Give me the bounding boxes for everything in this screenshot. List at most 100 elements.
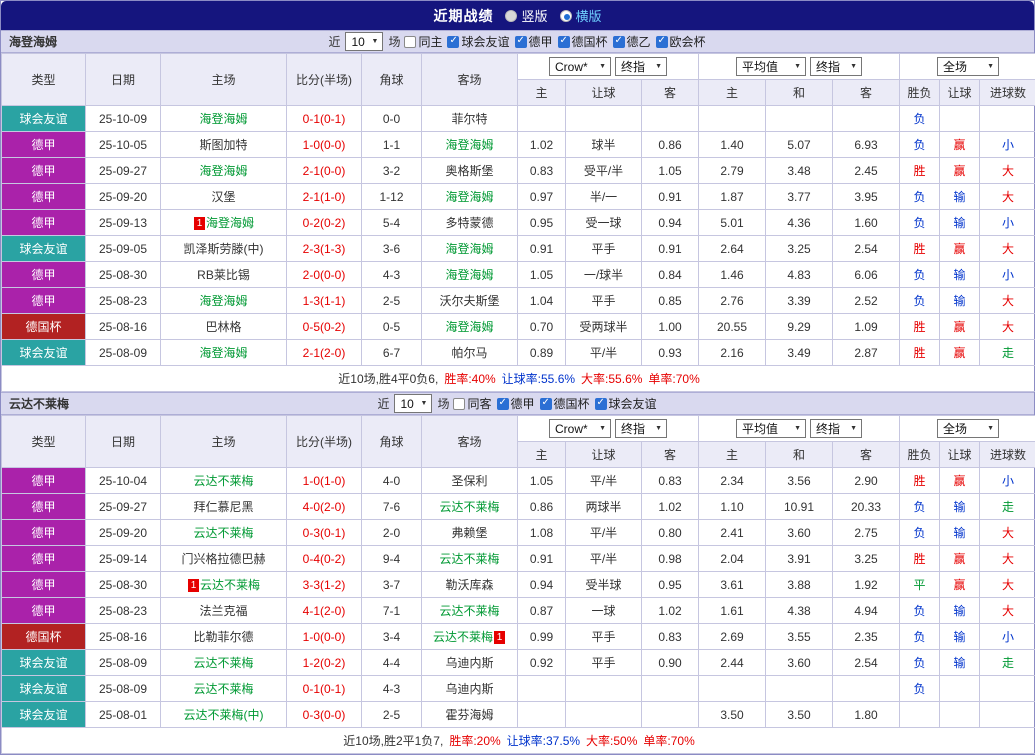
odds-cell: 0.94: [518, 572, 566, 598]
team-link[interactable]: 海登海姆: [199, 346, 247, 360]
team-link[interactable]: 法兰克福: [199, 604, 247, 618]
team-link[interactable]: 云达不莱梅: [200, 578, 260, 592]
date-cell: 25-08-16: [86, 624, 161, 650]
team-link[interactable]: RB莱比锡: [197, 268, 250, 282]
score-cell: 1-3(1-1): [287, 288, 362, 314]
team-link[interactable]: 巴林格: [205, 320, 241, 334]
team-link[interactable]: 门兴格拉德巴赫: [181, 552, 265, 566]
team-link[interactable]: 沃尔夫斯堡: [439, 294, 499, 308]
dropdown-arrow-icon: ▼: [850, 425, 857, 432]
column-header: 进球数: [980, 80, 1035, 106]
avg-time-select[interactable]: 终指▼: [810, 419, 862, 438]
team-link[interactable]: 凯泽斯劳滕(中): [184, 242, 264, 256]
results-table: 类型日期主场比分(半场)角球客场Crow*▼终指▼平均值▼终指▼全场▼主让球客主…: [1, 53, 1035, 392]
away-team-cell: 云达不莱梅: [422, 598, 518, 624]
team-name: 云达不莱梅: [9, 395, 69, 412]
team-link[interactable]: 比勒菲尔德: [193, 630, 253, 644]
team-link[interactable]: 海登海姆: [445, 242, 493, 256]
result-cell: 胜: [900, 314, 940, 340]
result-cell: 赢: [940, 340, 980, 366]
checkbox-label: 球会友谊: [609, 395, 657, 412]
team-link[interactable]: 海登海姆: [199, 112, 247, 126]
filter-checkbox-欧会杯[interactable]: 欧会杯: [656, 33, 706, 50]
result-cell: [980, 702, 1035, 728]
team-link[interactable]: 海登海姆: [445, 138, 493, 152]
avg-odds-cell: 2.69: [699, 624, 766, 650]
corner-cell: 0-5: [362, 314, 422, 340]
layout-option-vertical[interactable]: 竖版: [505, 6, 547, 25]
scope-select[interactable]: 全场▼: [937, 419, 999, 438]
date-cell: 25-08-09: [86, 650, 161, 676]
team-link[interactable]: 勒沃库森: [445, 578, 493, 592]
layout-option-horizontal[interactable]: 横版: [560, 6, 602, 25]
checkbox-label: 德国杯: [554, 395, 590, 412]
team-link[interactable]: 云达不莱梅: [193, 474, 253, 488]
team-link[interactable]: 弗赖堡: [451, 526, 487, 540]
team-link[interactable]: 云达不莱梅: [193, 526, 253, 540]
away-team-cell: 云达不莱梅1: [422, 624, 518, 650]
team-link[interactable]: 多特蒙德: [445, 216, 493, 230]
team-link[interactable]: 菲尔特: [451, 112, 487, 126]
avg-odds-cell: 6.06: [833, 262, 900, 288]
team-link[interactable]: 云达不莱梅(中): [184, 708, 264, 722]
match-row: 德甲25-10-05斯图加特1-0(0-0)1-1海登海姆1.02球半0.861…: [2, 132, 1035, 158]
result-cell: 小: [980, 468, 1035, 494]
team-link[interactable]: 汉堡: [211, 190, 235, 204]
team-link[interactable]: 云达不莱梅: [193, 656, 253, 670]
result-cell: 大: [980, 288, 1035, 314]
team-link[interactable]: 乌迪内斯: [445, 682, 493, 696]
score-cell: 0-3(0-0): [287, 702, 362, 728]
team-link[interactable]: 海登海姆: [445, 190, 493, 204]
team-link[interactable]: 霍芬海姆: [445, 708, 493, 722]
odds-company-select[interactable]: Crow*▼: [549, 419, 611, 438]
team-link[interactable]: 奥格斯堡: [445, 164, 493, 178]
avg-time-select[interactable]: 终指▼: [810, 57, 862, 76]
avg-odds-cell: 2.79: [699, 158, 766, 184]
avg-odds-cell: 1.09: [833, 314, 900, 340]
recent-count-select[interactable]: 10▼: [345, 32, 383, 51]
home-team-cell: 门兴格拉德巴赫: [161, 546, 287, 572]
avg-company-select[interactable]: 平均值▼: [736, 57, 806, 76]
avg-company-select[interactable]: 平均值▼: [736, 419, 806, 438]
filter-checkbox-德甲[interactable]: 德甲: [497, 395, 535, 412]
team-link[interactable]: 拜仁慕尼黑: [193, 500, 253, 514]
home-team-cell: 云达不莱梅: [161, 676, 287, 702]
odds-time-select[interactable]: 终指▼: [615, 419, 667, 438]
team-link[interactable]: 斯图加特: [199, 138, 247, 152]
odds-cell: 0.86: [518, 494, 566, 520]
team-link[interactable]: 云达不莱梅: [439, 552, 499, 566]
team-link[interactable]: 海登海姆: [445, 320, 493, 334]
filter-checkbox-德国杯[interactable]: 德国杯: [540, 395, 590, 412]
odds-company-select[interactable]: Crow*▼: [549, 57, 611, 76]
team-link[interactable]: 云达不莱梅: [193, 682, 253, 696]
away-team-cell: 弗赖堡: [422, 520, 518, 546]
team-link[interactable]: 海登海姆: [206, 216, 254, 230]
team-link[interactable]: 圣保利: [451, 474, 487, 488]
result-cell: 大: [980, 236, 1035, 262]
column-header: 让球: [566, 442, 642, 468]
team-link[interactable]: 海登海姆: [445, 268, 493, 282]
result-cell: 负: [900, 262, 940, 288]
team-link[interactable]: 帕尔马: [451, 346, 487, 360]
filter-checkbox-球会友谊[interactable]: 球会友谊: [595, 395, 657, 412]
team-link[interactable]: 乌迪内斯: [445, 656, 493, 670]
filter-checkbox-同客[interactable]: 同客: [453, 395, 491, 412]
team-link[interactable]: 云达不莱梅: [439, 604, 499, 618]
team-link[interactable]: 海登海姆: [199, 164, 247, 178]
filter-checkbox-同主[interactable]: 同主: [404, 33, 442, 50]
filter-checkbox-德甲[interactable]: 德甲: [515, 33, 553, 50]
team-link[interactable]: 海登海姆: [199, 294, 247, 308]
filter-checkbox-德乙[interactable]: 德乙: [613, 33, 651, 50]
column-header: 胜负: [900, 442, 940, 468]
scope-select[interactable]: 全场▼: [937, 57, 999, 76]
column-header: 主: [518, 80, 566, 106]
odds-time-select[interactable]: 终指▼: [615, 57, 667, 76]
league-cell: 德甲: [2, 572, 86, 598]
column-header: 角球: [362, 54, 422, 106]
filter-checkbox-德国杯[interactable]: 德国杯: [558, 33, 608, 50]
recent-count-select[interactable]: 10▼: [394, 394, 432, 413]
team-link[interactable]: 云达不莱梅: [439, 500, 499, 514]
team-link[interactable]: 云达不莱梅: [433, 630, 493, 644]
away-team-cell: 乌迪内斯: [422, 676, 518, 702]
filter-checkbox-球会友谊[interactable]: 球会友谊: [447, 33, 509, 50]
